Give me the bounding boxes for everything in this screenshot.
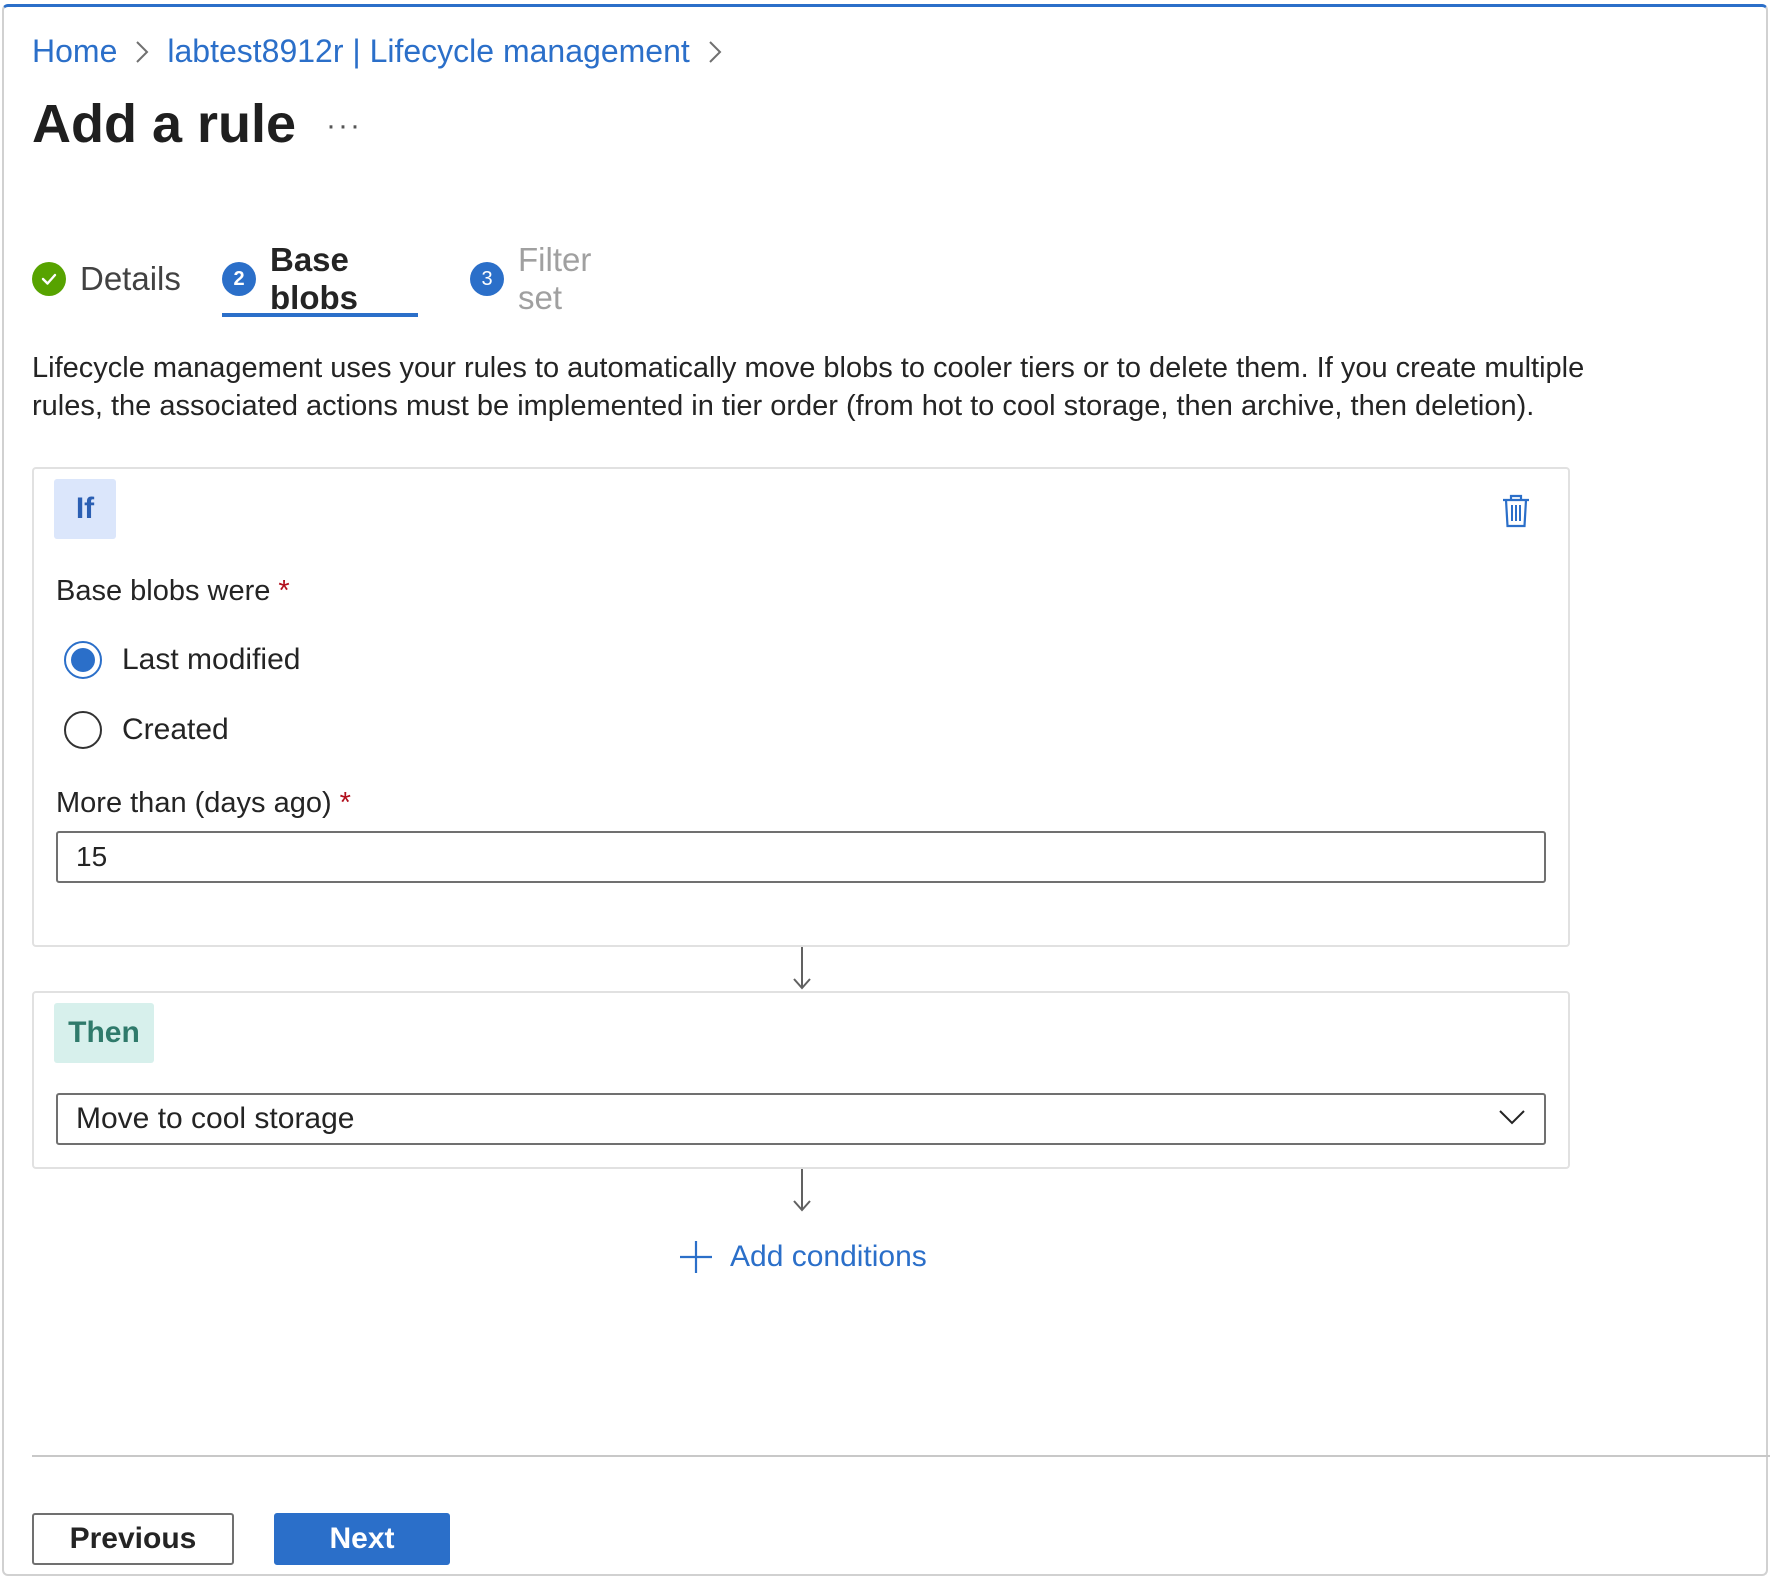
- trash-icon[interactable]: [1500, 493, 1532, 529]
- more-options-button[interactable]: ···: [326, 109, 362, 143]
- tab-base-blobs-label: Base blobs: [270, 241, 358, 316]
- add-conditions-button[interactable]: Add conditions: [678, 1239, 927, 1275]
- base-blobs-were-text: Base blobs were: [56, 575, 271, 607]
- days-ago-input[interactable]: [56, 831, 1546, 883]
- tab-details-label: Details: [80, 260, 181, 297]
- active-tab-indicator: [222, 313, 418, 317]
- tab-base-blobs[interactable]: 2 Base blobs: [222, 241, 358, 316]
- footer-divider: [32, 1455, 1770, 1457]
- arrow-down-icon: [793, 1169, 811, 1212]
- chevron-right-icon: [708, 40, 722, 64]
- breadcrumb-home-link[interactable]: Home: [32, 33, 117, 70]
- chevron-down-icon: [1498, 1109, 1526, 1130]
- step-number-badge: 2: [222, 262, 256, 296]
- then-tag: Then: [54, 1003, 154, 1063]
- page-title: Add a rule: [32, 94, 297, 154]
- tab-filter-set[interactable]: 3 Filter set: [470, 241, 591, 316]
- days-ago-text: More than (days ago): [56, 787, 332, 819]
- action-dropdown[interactable]: Move to cool storage: [56, 1093, 1546, 1145]
- action-dropdown-value: Move to cool storage: [76, 1102, 355, 1135]
- blade-frame: Home labtest8912r | Lifecycle management…: [2, 4, 1770, 1576]
- radio-last-modified[interactable]: Last modified: [64, 641, 300, 679]
- plus-icon: [680, 1241, 712, 1273]
- previous-button[interactable]: Previous: [32, 1513, 234, 1565]
- checkmark-icon: [32, 262, 66, 296]
- radio-last-modified-label: Last modified: [122, 643, 301, 676]
- radio-button-checked[interactable]: [64, 641, 102, 679]
- base-blobs-were-label: Base blobs were *: [56, 575, 290, 608]
- if-condition-card: If Base blobs were * Last modified Create…: [32, 467, 1570, 947]
- radio-created[interactable]: Created: [64, 711, 229, 749]
- add-conditions-label: Add conditions: [730, 1240, 927, 1273]
- tab-details[interactable]: Details: [32, 253, 181, 305]
- chevron-right-icon: [135, 40, 149, 64]
- breadcrumb: Home labtest8912r | Lifecycle management: [32, 33, 740, 70]
- arrow-down-icon: [793, 947, 811, 990]
- breadcrumb-resource-link[interactable]: labtest8912r | Lifecycle management: [167, 33, 689, 70]
- radio-button-unchecked[interactable]: [64, 711, 102, 749]
- required-marker: *: [339, 787, 351, 819]
- next-button[interactable]: Next: [274, 1513, 450, 1565]
- required-marker: *: [278, 575, 290, 607]
- then-action-card: Then Move to cool storage: [32, 991, 1570, 1169]
- description-text: Lifecycle management uses your rules to …: [32, 352, 1585, 422]
- days-ago-label: More than (days ago) *: [56, 787, 351, 820]
- if-tag: If: [54, 479, 116, 539]
- step-number-badge: 3: [470, 262, 504, 296]
- radio-created-label: Created: [122, 713, 229, 746]
- tab-filter-set-label: Filter set: [518, 241, 592, 316]
